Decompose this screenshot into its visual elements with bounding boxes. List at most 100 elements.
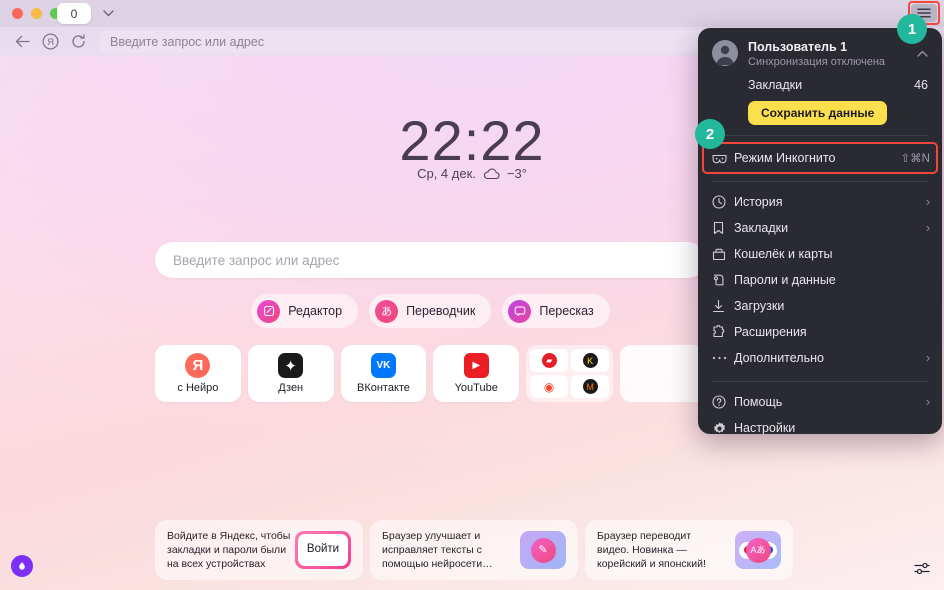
help-circle-icon: [712, 395, 734, 409]
incognito-shortcut: ⇧⌘N: [900, 153, 930, 165]
menu-item-label: Режим Инкогнито: [734, 151, 836, 165]
menu-item-settings[interactable]: Настройки: [698, 415, 942, 434]
newtab-search-input[interactable]: Введите запрос или адрес: [155, 242, 706, 278]
promo-cards-row: Войдите в Яндекс, чтобы закладки и парол…: [155, 520, 940, 580]
weather-temperature: −3°: [506, 166, 527, 181]
quick-action-label: Переводчик: [406, 304, 476, 318]
bookmarks-count: 46: [914, 78, 928, 92]
quick-action-retell[interactable]: Пересказ: [502, 294, 610, 328]
bookmarks-summary-row[interactable]: Закладки 46: [698, 68, 942, 92]
chevron-right-icon: ›: [925, 195, 930, 209]
vk-icon: VK: [370, 353, 396, 378]
key-icon: [712, 273, 734, 287]
menu-item-incognito[interactable]: Режим Инкогнито ⇧⌘N: [698, 145, 942, 171]
bookmark-icon: [712, 221, 734, 235]
menu-item-passwords[interactable]: Пароли и данные: [698, 267, 942, 293]
promo-text: Браузер улучшает и исправляет тексты с п…: [382, 529, 493, 571]
browser-window: 0 Я Введите запрос или адрес 22:22 Ср, 4…: [0, 0, 944, 590]
tile-group-folder[interactable]: ▰ K ◉ M: [526, 345, 614, 402]
menu-item-bookmarks[interactable]: Закладки ›: [698, 215, 942, 241]
menu-item-extensions[interactable]: Расширения: [698, 319, 942, 345]
tab-counter[interactable]: 0: [57, 3, 91, 24]
chevron-up-icon[interactable]: [917, 44, 928, 62]
mini-tile-kinopoisk[interactable]: K: [571, 349, 610, 372]
profile-name: Пользователь 1: [748, 40, 848, 54]
tile-yandex-neuro[interactable]: Я с Нейро: [155, 345, 241, 402]
menu-item-label: Загрузки: [734, 299, 785, 313]
tile-label: YouTube: [454, 382, 498, 394]
alice-logo-icon[interactable]: [11, 555, 33, 577]
menu-item-history[interactable]: История ›: [698, 189, 942, 215]
editor-promo-glyph: ✎: [530, 537, 556, 563]
back-button[interactable]: [8, 30, 36, 54]
shortcut-tiles-row: Я с Нейро ✦ Дзен VK ВКонтакте ▶ YouTube …: [155, 345, 706, 402]
profile-info: Пользователь 1 Синхронизация отключена: [748, 40, 907, 68]
download-icon: [712, 299, 734, 313]
bookmarks-label: Закладки: [748, 78, 803, 92]
menu-item-help[interactable]: Помощь ›: [698, 389, 942, 415]
incognito-mask-icon: [712, 152, 734, 165]
editor-icon: [257, 299, 281, 323]
menu-item-label: Закладки: [734, 221, 789, 235]
yandex-logo-icon[interactable]: Я: [36, 30, 64, 54]
tile-dzen[interactable]: ✦ Дзен: [247, 345, 334, 402]
menu-item-more[interactable]: Дополнительно ›: [698, 345, 942, 371]
chevron-right-icon: ›: [925, 395, 930, 409]
tile-label: с Нейро: [177, 382, 219, 394]
tile-partial-hidden[interactable]: [620, 345, 706, 402]
quick-actions-row: Редактор あ Переводчик Пересказ: [155, 294, 706, 328]
close-window-button[interactable]: [12, 8, 23, 19]
promo-card-translate[interactable]: Браузер переводит видео. Новинка — корей…: [585, 520, 793, 580]
tile-label: ВКонтакте: [356, 382, 410, 394]
ellipsis-icon: [712, 356, 734, 360]
promo-text: Браузер переводит видео. Новинка — корей…: [597, 529, 706, 571]
date-text: Ср, 4 дек.: [417, 166, 476, 181]
retell-icon: [508, 299, 532, 323]
menu-divider-1: [712, 135, 928, 136]
save-data-button[interactable]: Сохранить данные: [748, 101, 888, 125]
translate-glyph: あ: [381, 306, 393, 318]
yandex-neuro-icon: Я: [185, 353, 211, 378]
login-button-label: Войти: [298, 534, 348, 566]
ntp-settings-sliders-icon[interactable]: [914, 561, 931, 581]
tile-vk[interactable]: VK ВКонтакте: [340, 345, 427, 402]
quick-action-editor[interactable]: Редактор: [251, 294, 359, 328]
menu-item-label: Расширения: [734, 325, 807, 339]
translate-promo-icon: Aあ: [735, 531, 781, 569]
promo-card-login[interactable]: Войдите в Яндекс, чтобы закладки и парол…: [155, 520, 363, 580]
cloud-icon: [483, 168, 500, 180]
puzzle-icon: [712, 325, 734, 339]
browser-main-menu: Пользователь 1 Синхронизация отключена З…: [698, 28, 942, 434]
newtab-search-placeholder: Введите запрос или адрес: [173, 252, 340, 268]
login-button[interactable]: Войти: [295, 531, 351, 569]
svg-text:Я: Я: [47, 37, 54, 48]
mini-tile-market[interactable]: M: [571, 375, 610, 398]
mini-tile-auto[interactable]: ▰: [530, 349, 569, 372]
kinopoisk-icon: K: [582, 353, 598, 368]
reload-button[interactable]: [64, 30, 92, 54]
chevron-down-icon[interactable]: [95, 3, 121, 24]
menu-item-label: Кошелёк и карты: [734, 247, 833, 261]
auto-ru-icon: ▰: [541, 353, 557, 368]
translate-icon: あ: [375, 299, 399, 323]
profile-sync-status: Синхронизация отключена: [748, 56, 886, 68]
quick-action-translator[interactable]: あ Переводчик: [369, 294, 492, 328]
mini-tile-maps[interactable]: ◉: [530, 375, 569, 398]
promo-card-editor[interactable]: Браузер улучшает и исправляет тексты с п…: [370, 520, 578, 580]
tile-label: Дзен: [278, 382, 304, 394]
annotation-badge-2: 2: [695, 119, 725, 149]
editor-promo-icon: ✎: [520, 531, 566, 569]
menu-item-label: Настройки: [734, 421, 796, 434]
gear-icon: [712, 421, 734, 435]
menu-item-wallet[interactable]: Кошелёк и карты: [698, 241, 942, 267]
omnibox-placeholder: Введите запрос или адрес: [110, 34, 265, 49]
wallet-icon: [712, 248, 734, 261]
tab-strip: 0: [0, 0, 944, 27]
minimize-window-button[interactable]: [31, 8, 42, 19]
tile-youtube[interactable]: ▶ YouTube: [433, 345, 520, 402]
promo-text: Войдите в Яндекс, чтобы закладки и парол…: [167, 529, 291, 571]
user-avatar-icon: [712, 40, 738, 66]
window-traffic-lights: [12, 8, 61, 19]
menu-item-downloads[interactable]: Загрузки: [698, 293, 942, 319]
